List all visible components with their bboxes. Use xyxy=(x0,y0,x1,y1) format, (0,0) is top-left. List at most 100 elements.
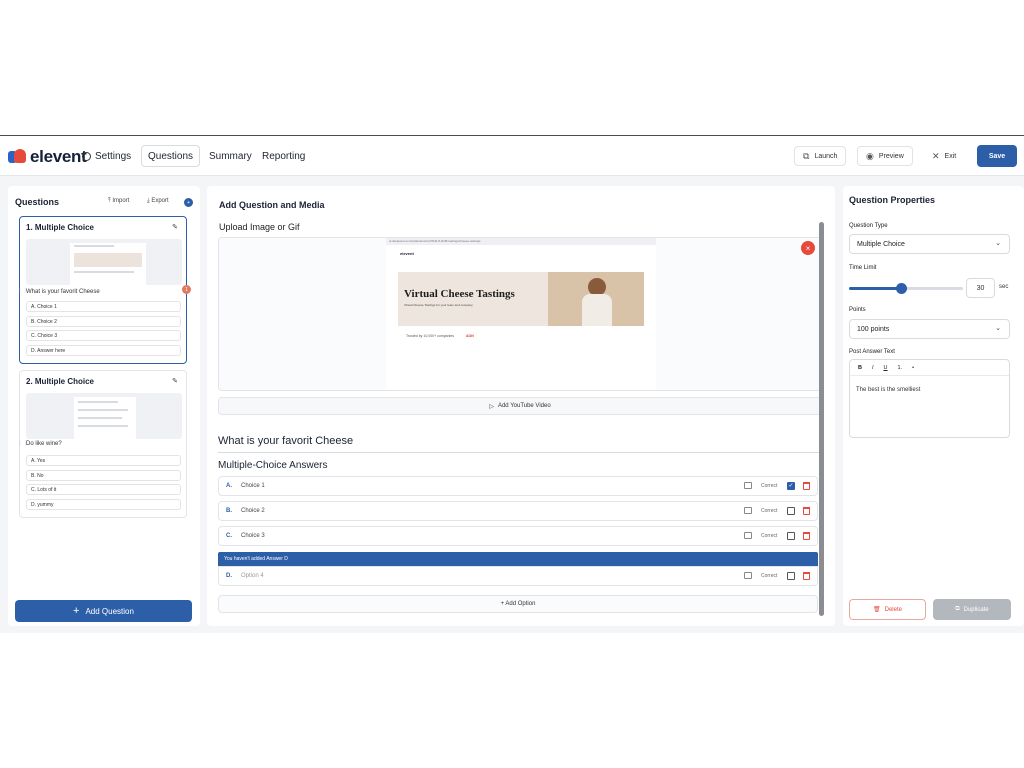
italic-button[interactable]: I xyxy=(872,365,874,371)
nav-questions-label: Questions xyxy=(148,150,194,162)
image-hero-title: Virtual Cheese Tastings xyxy=(404,288,515,300)
correct-checkbox[interactable] xyxy=(787,572,795,580)
media-dropzone[interactable]: ui.itselevent.com/collections/cvz5hld-8-… xyxy=(218,237,822,391)
plus-icon: + xyxy=(73,605,80,617)
option-item: D. yummy xyxy=(26,499,181,510)
answer-input[interactable]: Choice 2 xyxy=(241,508,265,514)
answer-input[interactable]: Option 4 xyxy=(241,573,264,579)
edit-icon[interactable]: ✎ xyxy=(172,377,178,385)
question-card-1[interactable]: 1. Multiple Choice ✎ What is your favori… xyxy=(19,216,187,364)
nav-summary-label: Summary xyxy=(209,150,252,162)
export-label: Export xyxy=(151,198,169,204)
add-question-button[interactable]: + Add Question xyxy=(15,600,192,622)
image-icon[interactable] xyxy=(744,532,752,539)
add-youtube-button[interactable]: ▷ Add YouTube Video xyxy=(218,397,822,415)
save-button[interactable]: Save xyxy=(977,145,1017,167)
image-hero: Virtual Cheese Tastings Virtual Cheese T… xyxy=(398,272,644,326)
points-label: Points xyxy=(849,307,866,313)
correct-checkbox[interactable] xyxy=(787,507,795,515)
answer-input[interactable]: Choice 3 xyxy=(241,533,265,539)
image-icon[interactable] xyxy=(744,507,752,514)
nav-summary[interactable]: Summary xyxy=(203,145,258,167)
play-icon: ▷ xyxy=(489,403,494,410)
question-card-2[interactable]: 2. Multiple Choice ✎ Do like wine? A. Ye… xyxy=(19,370,187,518)
bullet-list-button[interactable]: • xyxy=(912,365,914,371)
upload-label: Upload Image or Gif xyxy=(219,222,300,232)
slider-fill xyxy=(849,287,902,290)
editor-title: Add Question and Media xyxy=(219,200,325,210)
brand-logo[interactable]: elevent xyxy=(8,147,87,167)
question-header: 2. Multiple Choice xyxy=(26,377,95,386)
question-title[interactable]: What is your favorit Cheese xyxy=(218,435,353,447)
answer-row-d[interactable]: D. Option 4 Correct xyxy=(218,566,818,586)
correct-checkbox[interactable]: ✓ xyxy=(787,482,795,490)
answer-letter: D. xyxy=(226,573,232,579)
launch-button[interactable]: ⧉ Launch xyxy=(794,146,847,166)
post-answer-editor[interactable]: B I U 1. • The best is the smelliest xyxy=(849,359,1010,438)
missing-answer-warning: You haven't added Answer D xyxy=(218,552,818,566)
image-url-bar: ui.itselevent.com/collections/cvz5hld-8-… xyxy=(386,238,656,245)
answer-row-c[interactable]: C. Choice 3 Correct xyxy=(218,526,818,546)
underline-button[interactable]: U xyxy=(884,365,888,371)
answer-input[interactable]: Choice 1 xyxy=(241,483,265,489)
nav-settings[interactable]: Settings xyxy=(76,145,137,167)
trash-icon[interactable] xyxy=(803,572,810,580)
remove-media-button[interactable]: × xyxy=(801,241,815,255)
logo-aon: AON xyxy=(466,334,474,338)
answer-letter: B. xyxy=(226,508,232,514)
trash-icon[interactable] xyxy=(803,482,810,490)
eye-icon: ◉ xyxy=(866,150,874,161)
correct-label: Correct xyxy=(761,573,778,579)
app-window: elevent Settings Questions Summary Repor… xyxy=(0,135,1024,633)
image-brand: elevent xyxy=(400,251,414,256)
delete-button[interactable]: 🗑 Delete xyxy=(849,599,926,620)
questions-title: Questions xyxy=(15,197,60,207)
exit-button[interactable]: ✕ Exit xyxy=(924,146,964,166)
points-select[interactable]: 100 points ⌄ xyxy=(849,319,1010,339)
nav-questions[interactable]: Questions xyxy=(141,145,201,167)
question-type-value: Multiple Choice xyxy=(857,240,905,248)
import-button[interactable]: ⤒ Import xyxy=(108,198,129,205)
add-icon[interactable]: + xyxy=(184,198,193,207)
trash-icon[interactable] xyxy=(803,532,810,540)
add-question-label: Add Question xyxy=(85,606,134,616)
image-icon[interactable] xyxy=(744,482,752,489)
correct-checkbox[interactable] xyxy=(787,532,795,540)
nav-reporting[interactable]: Reporting xyxy=(256,145,311,167)
post-answer-label: Post Answer Text xyxy=(849,349,895,355)
option-item: C. Choice 3 xyxy=(26,330,181,341)
top-nav: elevent Settings Questions Summary Repor… xyxy=(0,136,1024,176)
time-limit-unit: sec xyxy=(999,284,1009,290)
question-header: 1. Multiple Choice xyxy=(26,223,95,232)
time-limit-input[interactable]: 30 xyxy=(966,278,995,298)
answer-row-b[interactable]: B. Choice 2 Correct xyxy=(218,501,818,521)
edit-icon[interactable]: ✎ xyxy=(172,223,178,231)
ordered-list-button[interactable]: 1. xyxy=(898,365,903,371)
copy-icon: ⧉ xyxy=(955,606,960,612)
preview-button[interactable]: ◉ Preview xyxy=(857,146,913,166)
export-button[interactable]: ⤓ Export xyxy=(147,198,169,205)
time-limit-slider[interactable] xyxy=(849,283,963,294)
trash-icon[interactable] xyxy=(803,507,810,515)
answer-row-a[interactable]: A. Choice 1 Correct ✓ xyxy=(218,476,818,496)
drag-handle-icon[interactable]: ⋮⋮ xyxy=(17,287,29,294)
option-item: B. Choice 2 xyxy=(26,316,181,327)
exit-label: Exit xyxy=(944,152,957,160)
points-value: 100 points xyxy=(857,325,890,333)
image-icon[interactable] xyxy=(744,572,752,579)
question-type-select[interactable]: Multiple Choice ⌄ xyxy=(849,234,1010,254)
drag-handle-icon[interactable]: ⋮⋮ xyxy=(17,440,29,447)
gear-icon xyxy=(82,151,91,161)
duplicate-button[interactable]: ⧉ Duplicate xyxy=(933,599,1011,620)
slider-handle[interactable] xyxy=(896,283,908,294)
add-option-button[interactable]: + Add Option xyxy=(218,595,818,613)
bold-button[interactable]: B xyxy=(858,365,862,371)
chevron-down-icon: ⌄ xyxy=(995,325,1001,332)
scrollbar[interactable] xyxy=(819,222,824,616)
media-thumbnail xyxy=(26,239,182,285)
correct-label: Correct xyxy=(761,483,778,489)
post-answer-text[interactable]: The best is the smelliest xyxy=(856,387,920,393)
time-limit-label: Time Limit xyxy=(849,265,877,271)
correct-label: Correct xyxy=(761,533,778,539)
answers-title: Multiple-Choice Answers xyxy=(218,460,328,471)
